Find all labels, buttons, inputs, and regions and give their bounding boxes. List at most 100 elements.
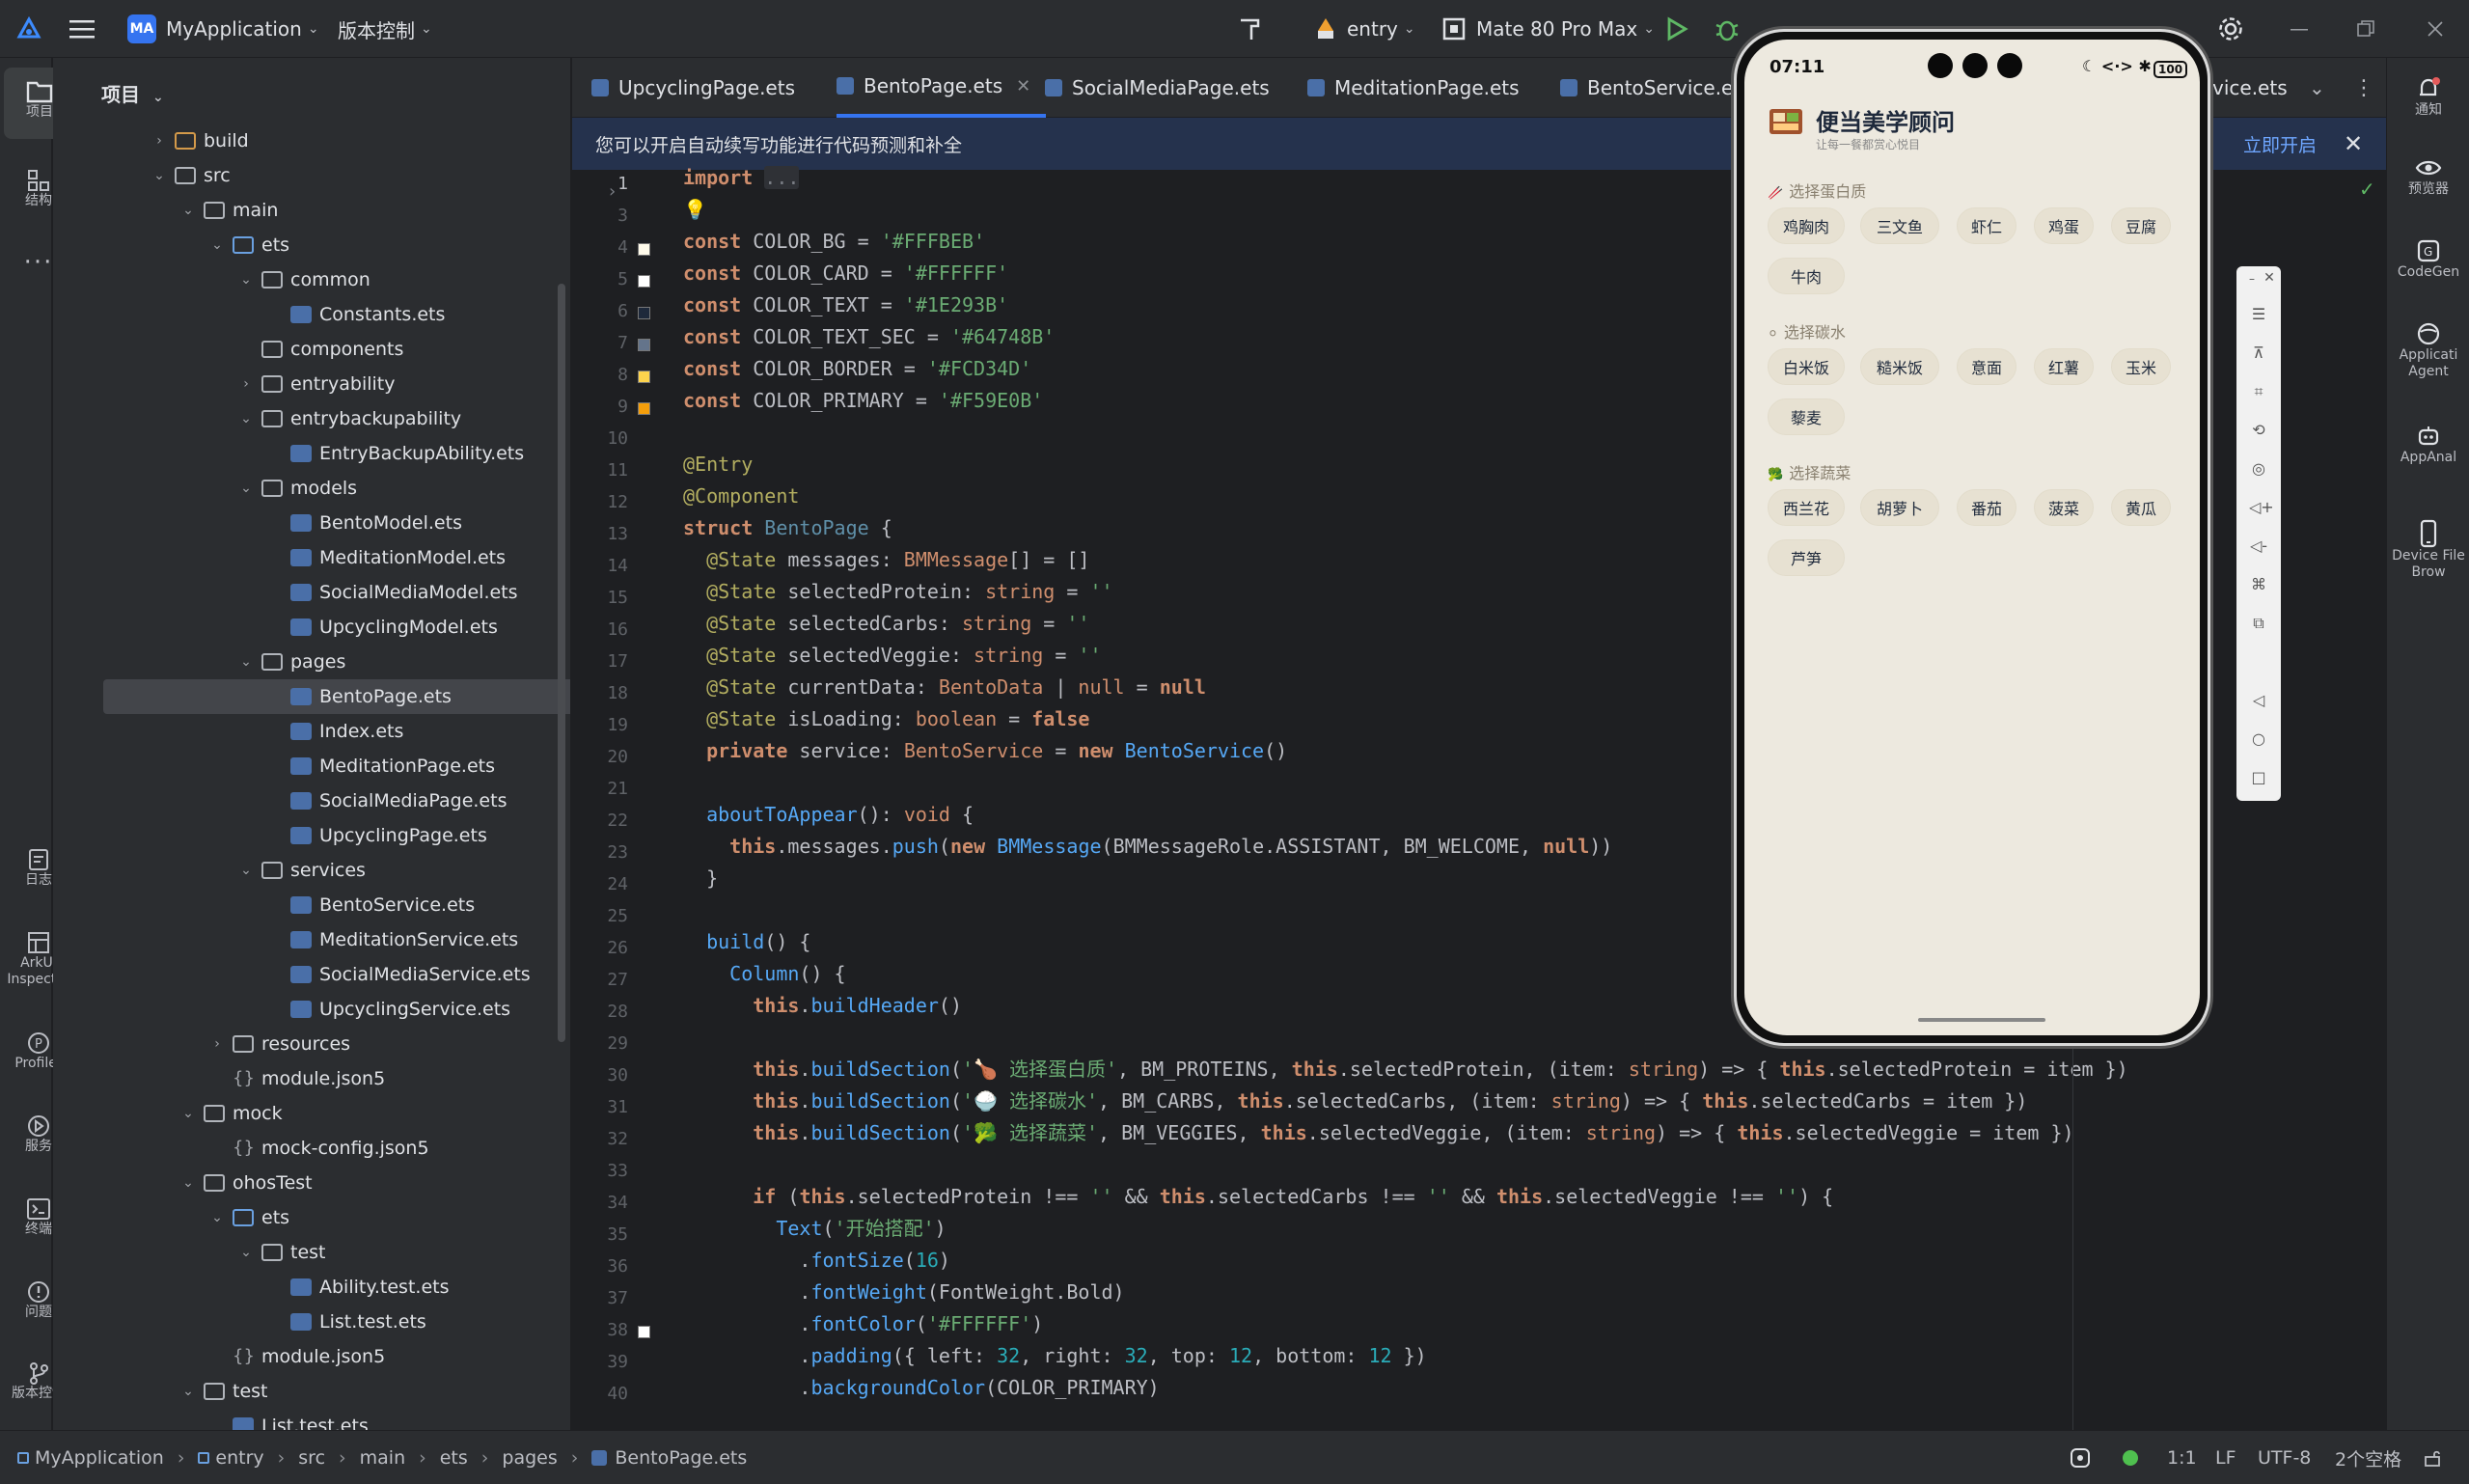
recents-icon[interactable]: □ [2249,768,2268,787]
code-line[interactable]: @Component [683,481,799,512]
project-panel-header[interactable]: 项目 ⌄ [101,79,164,107]
code-line[interactable]: Text('开始搭配') [683,1213,946,1245]
tree-item[interactable]: ⌄ test [53,1235,570,1270]
code-line[interactable]: const COLOR_TEXT = '#1E293B' [683,289,1008,321]
tree-item[interactable]: List.test.ets [53,1409,570,1430]
file-encoding[interactable]: UTF-8 [2258,1431,2311,1484]
ingredient-chip[interactable]: 三文鱼 [1860,207,1939,244]
ingredient-chip[interactable]: 牛肉 [1768,258,1845,294]
screenshot-icon[interactable]: ⧉ [2249,614,2268,633]
code-line[interactable]: struct BentoPage { [683,512,892,544]
home-indicator[interactable] [1918,1018,2045,1022]
tree-item[interactable]: › entryability [53,367,570,401]
codegen-status-icon[interactable] [2069,1431,2092,1484]
device-file-browser-tool-button[interactable]: Device File Brow [2387,519,2469,581]
tree-item[interactable]: ⌄ main [53,193,570,228]
notifications-tool-button[interactable]: 通知 [2387,75,2469,119]
color-swatch[interactable] [638,339,650,351]
tree-item[interactable]: components [53,332,570,367]
tree-item[interactable]: SocialMediaModel.ets [53,575,570,610]
chevron-down-icon[interactable]: ⌄ [207,237,227,253]
code-line[interactable]: build() { [683,926,810,958]
tree-item[interactable]: Constants.ets [53,297,570,332]
ingredient-chip[interactable]: 红薯 [2034,348,2094,385]
ingredient-chip[interactable]: 黄瓜 [2111,489,2171,526]
code-line[interactable]: @State isLoading: boolean = false [683,703,1089,735]
tree-item[interactable]: Index.ets [53,714,570,749]
tree-item[interactable]: UpcyclingPage.ets [53,818,570,853]
crop-icon[interactable]: ⌗ [2249,382,2268,401]
tabs-more-icon[interactable]: ⋮ [2353,58,2374,118]
tab-bento-page[interactable]: BentoPage.ets ✕ [837,58,1047,118]
rotate-icon[interactable]: ⟲ [2249,421,2268,440]
ingredient-chip[interactable]: 番茄 [1957,489,2016,526]
location-icon[interactable]: ◎ [2249,459,2268,479]
code-line[interactable]: if (this.selectedProtein !== '' && this.… [683,1181,1833,1213]
tree-item[interactable]: UpcyclingService.ets [53,992,570,1027]
tab-bento-service[interactable]: BentoService.ets [1560,58,1751,118]
ingredient-chip[interactable]: 鸡蛋 [2034,207,2094,244]
ingredient-chip[interactable]: 意面 [1957,348,2016,385]
chevron-down-icon[interactable]: ⌄ [236,481,256,496]
code-line[interactable]: this.buildHeader() [683,990,962,1022]
color-swatch[interactable] [638,371,650,383]
chevron-right-icon[interactable]: › [207,1036,227,1052]
chevron-down-icon[interactable]: ⌄ [236,1245,256,1260]
restore-window-icon[interactable] [2356,0,2375,58]
tree-item[interactable]: ⌄ ets [53,1200,570,1235]
breadcrumb-item[interactable]: entry [215,1447,263,1469]
breadcrumb-item[interactable]: BentoPage.ets [615,1447,747,1469]
hammer-build-icon[interactable] [1237,0,1266,58]
tree-item[interactable]: › build [53,124,570,158]
ingredient-chip[interactable]: 玉米 [2111,348,2171,385]
tree-item[interactable]: UpcyclingModel.ets [53,610,570,645]
chevron-down-icon[interactable]: ⌄ [150,168,169,183]
code-line[interactable]: .fontWeight(FontWeight.Bold) [683,1277,1124,1308]
code-line[interactable]: @State messages: BMMessage[] = [] [683,544,1089,576]
breadcrumb-item[interactable]: src [298,1447,325,1469]
shake-icon[interactable]: ⌘ [2249,575,2268,594]
code-line[interactable]: } [683,863,718,894]
tabs-overflow-chevron-icon[interactable]: ⌄ [2309,58,2325,118]
chevron-down-icon[interactable]: ⌄ [178,1175,198,1191]
tree-item[interactable]: SocialMediaService.ets [53,957,570,992]
code-line[interactable]: this.messages.push(new BMMessage(BMMessa… [683,831,1612,863]
enable-now-link[interactable]: 立即开启 [2243,131,2317,157]
tab-upcycling-page[interactable]: UpcyclingPage.ets [591,58,795,118]
tree-item[interactable]: ⌄ services [53,853,570,888]
tree-item[interactable]: MeditationPage.ets [53,749,570,783]
tree-item[interactable]: ⌄ pages [53,645,570,679]
ingredient-chip[interactable]: 白米饭 [1768,348,1845,385]
chevron-right-icon[interactable]: › [236,376,256,392]
tree-item[interactable]: ⌄ test [53,1374,570,1409]
minimize-icon[interactable]: – [2242,272,2262,291]
tree-item[interactable]: EntryBackupAbility.ets [53,436,570,471]
ingredient-chip[interactable]: 芦笋 [1768,539,1845,576]
code-line[interactable]: @State selectedCarbs: string = '' [683,608,1089,640]
breadcrumb-item[interactable]: MyApplication [35,1447,164,1469]
tree-item[interactable]: ⌄ mock [53,1096,570,1131]
ingredient-chip[interactable]: 虾仁 [1957,207,2016,244]
tab-meditation-page[interactable]: MeditationPage.ets [1307,58,1520,118]
tree-item[interactable]: Ability.test.ets [53,1270,570,1305]
ingredient-chip[interactable]: 糙米饭 [1860,348,1939,385]
cursor-position[interactable]: 1:1 [2167,1431,2197,1484]
tree-item[interactable]: ⌄ ets [53,228,570,262]
tree-item[interactable]: BentoModel.ets [53,506,570,540]
tree-item[interactable]: › resources [53,1027,570,1061]
color-swatch[interactable] [638,243,650,256]
previewer-tool-button[interactable]: 预览器 [2387,154,2469,198]
code-line[interactable]: const COLOR_TEXT_SEC = '#64748B' [683,321,1055,353]
tree-item[interactable]: List.test.ets [53,1305,570,1339]
tree-item[interactable]: ⌄ models [53,471,570,506]
phone-screen[interactable]: 07:11 ☾ <·> ✱ 100 便当美学顾问 让每一餐都赏心悦目 🥢 选择蛋白… [1744,40,2200,1035]
code-line[interactable]: aboutToAppear(): void { [683,799,974,831]
no-problems-check-icon[interactable]: ✓ [2359,178,2375,201]
code-line[interactable]: @Entry [683,449,753,481]
vcs-menu[interactable]: 版本控制 ⌄ [338,0,432,58]
tree-item[interactable]: ⌄ ohosTest [53,1166,570,1200]
ingredient-chip[interactable]: 豆腐 [2111,207,2171,244]
chevron-down-icon[interactable]: ⌄ [178,1106,198,1121]
code-line[interactable]: Column() { [683,958,845,990]
chevron-down-icon[interactable]: ⌄ [236,411,256,426]
